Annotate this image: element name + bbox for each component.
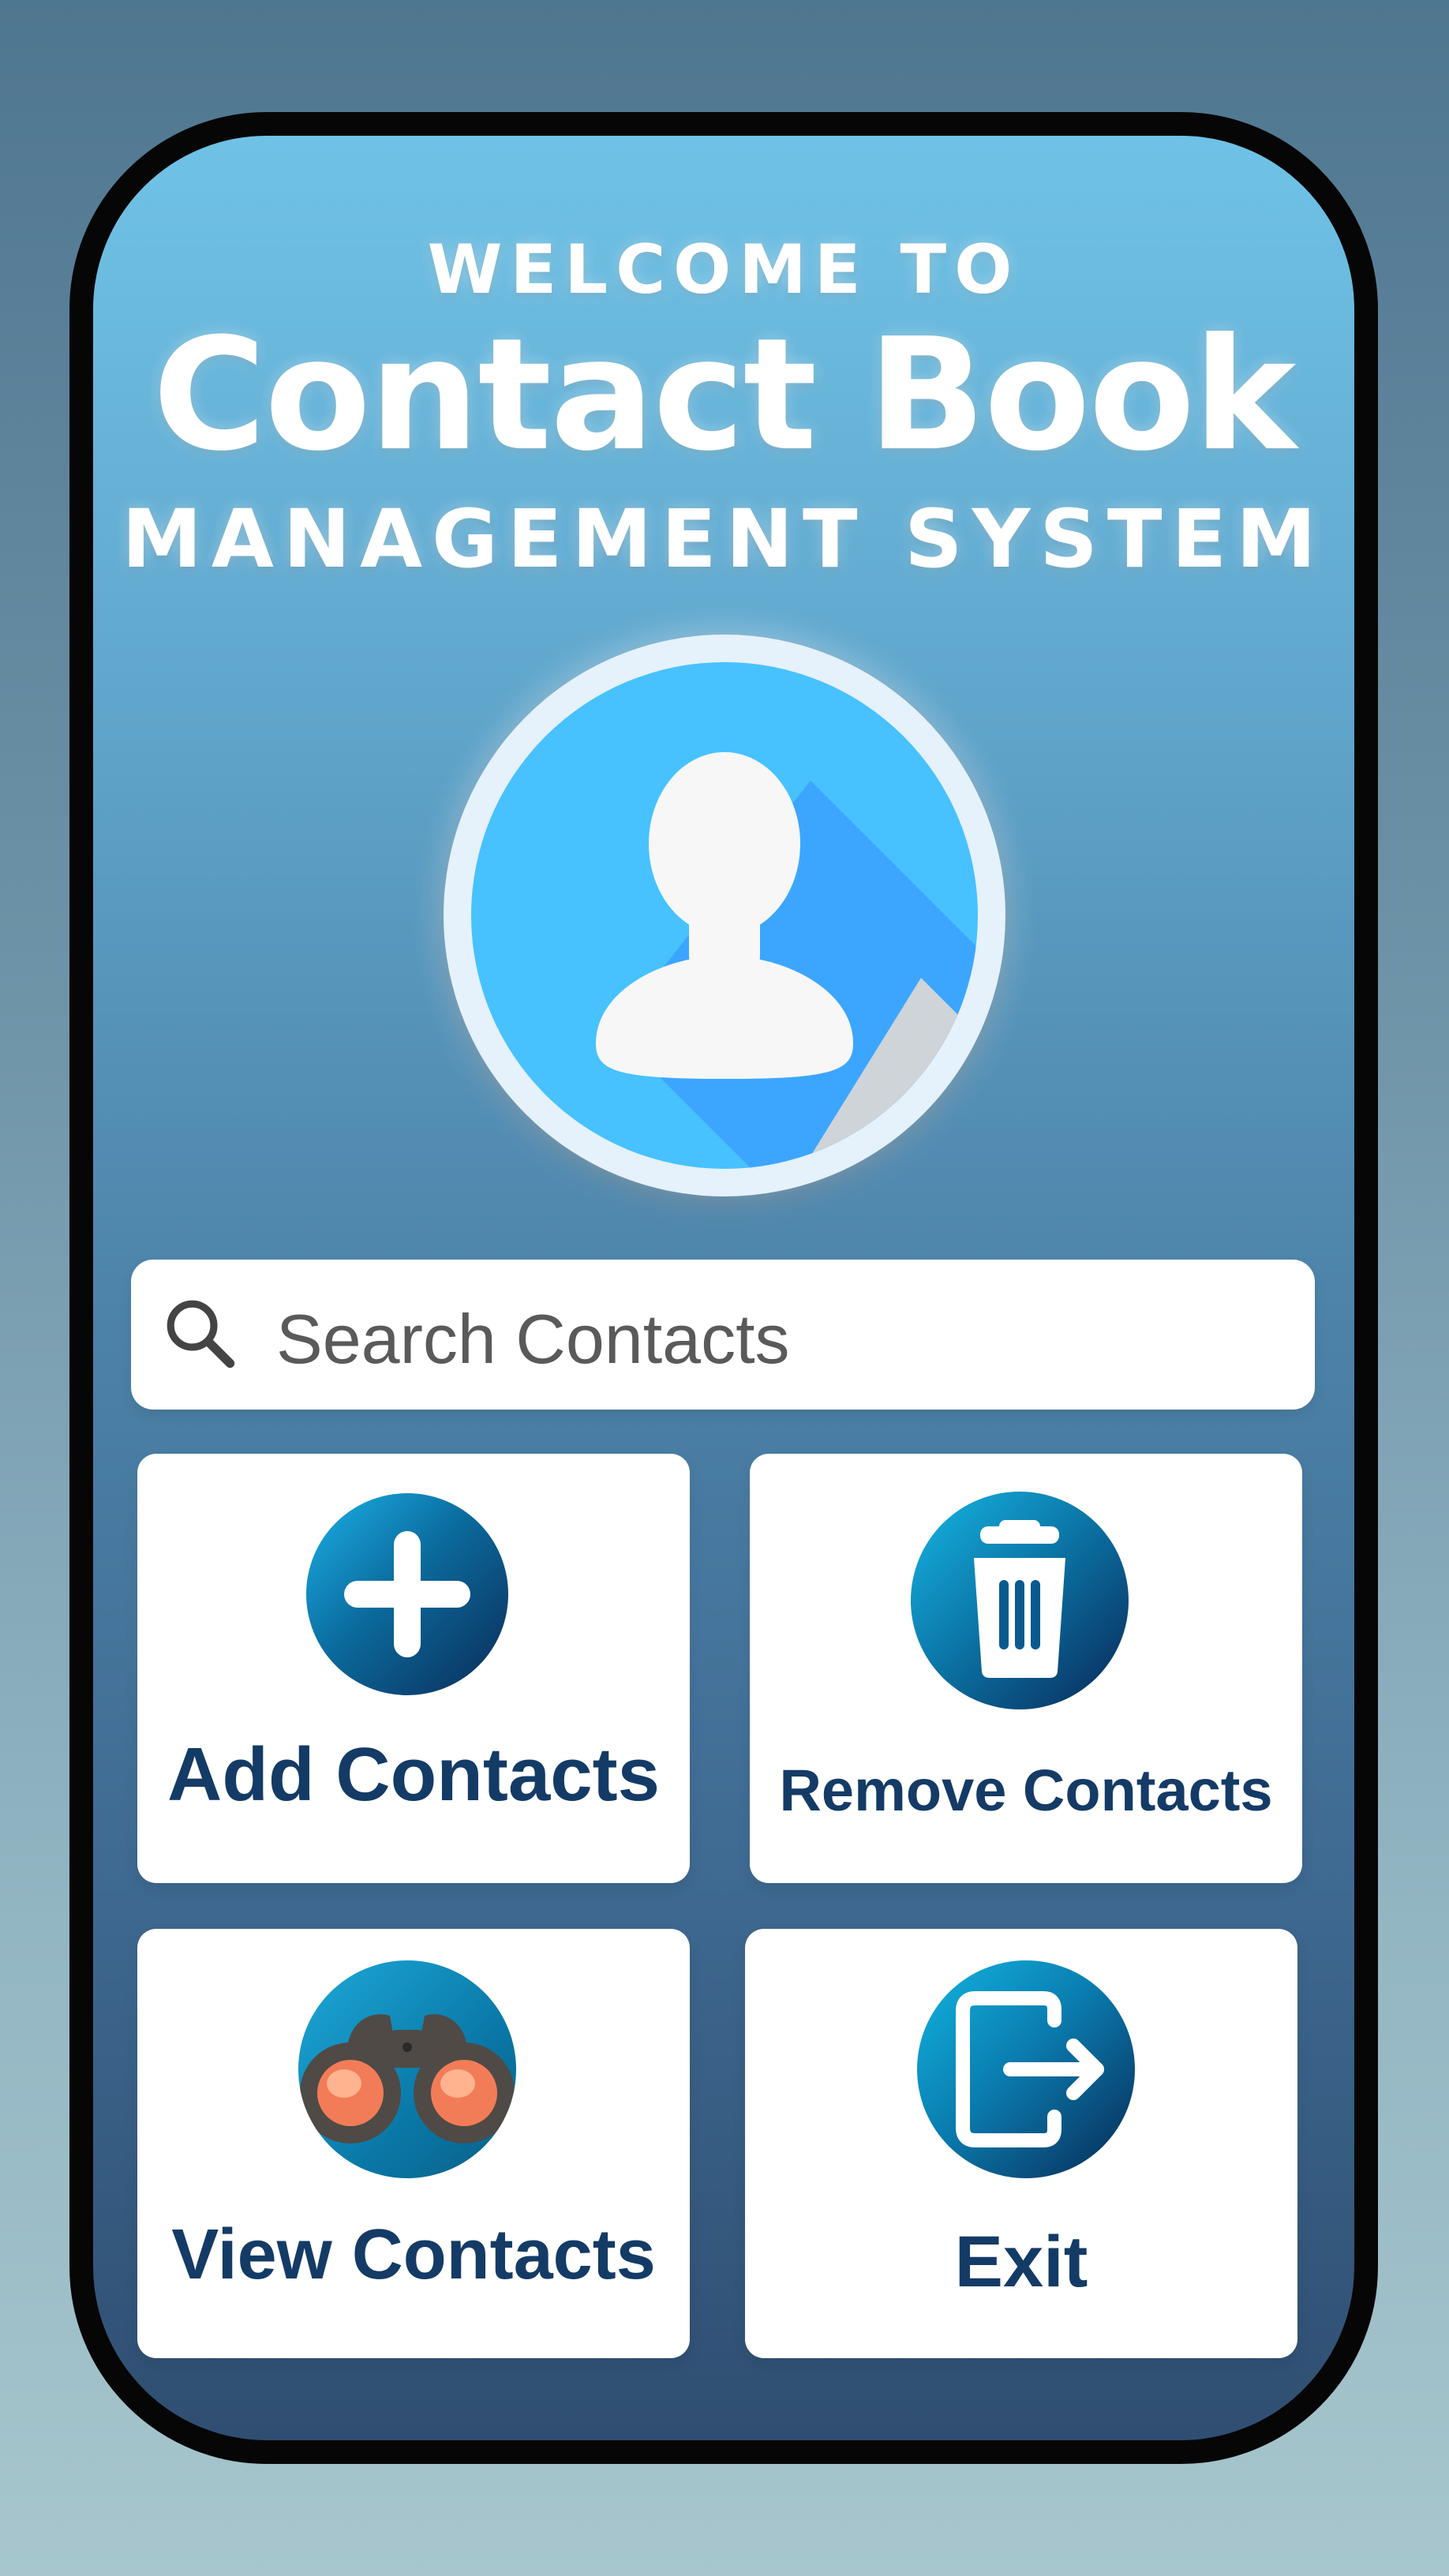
user-icon [596,752,978,1169]
view-contacts-button[interactable]: View Contacts [137,1929,690,2358]
plus-icon [344,1531,470,1657]
exit-icon [917,1960,1135,2178]
binoculars-icon [298,1960,516,2178]
add-contacts-label: Add Contacts [167,1732,660,1817]
exit-button[interactable]: Exit [745,1929,1297,2358]
exit-label: Exit [954,2222,1088,2302]
binoculars-graphic [300,2014,515,2144]
trash-icon [911,1492,1129,1709]
remove-contacts-label: Remove Contacts [779,1758,1273,1823]
app-title: Contact Book [152,305,1296,485]
avatar-ring [444,635,1005,1196]
remove-contacts-button[interactable]: Remove Contacts [750,1454,1302,1883]
phone-frame: WELCOME TO Contact Book MANAGEMENT SYSTE… [69,112,1378,2464]
search-bar[interactable]: Search Contacts [131,1260,1315,1410]
add-contacts-button[interactable]: Add Contacts [137,1454,690,1883]
search-input[interactable]: Search Contacts [276,1299,790,1380]
app-subtitle: MANAGEMENT SYSTEM [122,492,1326,586]
trash-can-icon [974,1520,1065,1678]
avatar [471,662,978,1169]
welcome-text: WELCOME TO [427,230,1020,309]
add-icon [306,1493,508,1695]
view-contacts-label: View Contacts [171,2215,656,2294]
logout-icon [956,1991,1104,2147]
search-icon [167,1300,235,1368]
